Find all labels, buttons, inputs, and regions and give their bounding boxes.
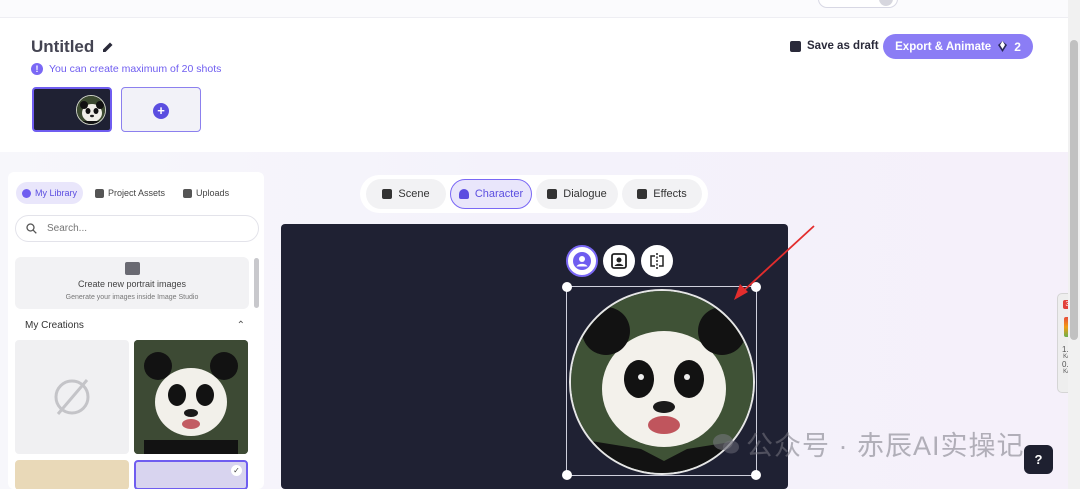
user-circle-icon bbox=[573, 252, 591, 270]
export-animate-button[interactable]: Export & Animate 2 bbox=[883, 34, 1033, 59]
add-shot-button[interactable]: + bbox=[121, 87, 201, 132]
panda-thumbnail bbox=[76, 95, 106, 125]
tab-project-assets-label: Project Assets bbox=[108, 188, 166, 198]
folder-icon bbox=[95, 188, 105, 198]
watermark-text: 公众号 · 赤辰AI实操记 bbox=[746, 431, 1025, 461]
creation-tile-empty[interactable] bbox=[15, 340, 129, 454]
shots-limit-text: You can create maximum of 20 shots bbox=[49, 63, 222, 75]
info-icon: ! bbox=[31, 63, 43, 75]
create-subtitle: Generate your images inside Image Studio bbox=[65, 294, 199, 301]
tab-my-library[interactable]: My Library bbox=[16, 182, 84, 204]
top-strip bbox=[0, 0, 1068, 18]
panda-image bbox=[134, 340, 248, 454]
library-panel: My Library Project Assets Uploads Create… bbox=[8, 172, 264, 489]
red-arrow-annotation bbox=[734, 225, 815, 300]
tab-my-library-label: My Library bbox=[35, 188, 78, 198]
create-title: Create new portrait images bbox=[77, 279, 187, 289]
shot-thumbnail[interactable] bbox=[32, 87, 112, 132]
save-draft-label: Save as draft bbox=[807, 40, 879, 52]
toggle-knob bbox=[879, 0, 893, 6]
tab-character-label: Character bbox=[474, 188, 524, 200]
project-title[interactable]: Untitled bbox=[31, 37, 114, 57]
creation-tile-panda[interactable] bbox=[134, 340, 248, 454]
tab-uploads[interactable]: Uploads bbox=[177, 182, 235, 204]
resize-handle-bottom-left[interactable] bbox=[562, 470, 572, 480]
my-creations-header[interactable]: My Creations ⌃ bbox=[25, 320, 245, 331]
library-tabs: My Library Project Assets Uploads bbox=[16, 182, 235, 204]
image-icon bbox=[382, 189, 393, 199]
check-icon: ✓ bbox=[231, 465, 242, 476]
add-image-icon bbox=[125, 262, 140, 275]
tab-character[interactable]: Character bbox=[450, 179, 532, 209]
edit-pencil-icon[interactable] bbox=[102, 41, 114, 53]
resize-handle-bottom-right[interactable] bbox=[751, 470, 761, 480]
no-image-icon bbox=[54, 379, 90, 415]
tab-scene[interactable]: Scene bbox=[366, 179, 446, 209]
save-draft-button[interactable]: Save as draft bbox=[790, 40, 879, 52]
camera-icon bbox=[637, 189, 648, 199]
creation-tile[interactable] bbox=[15, 460, 129, 489]
export-label: Export & Animate bbox=[895, 40, 992, 53]
chat-icon bbox=[547, 189, 558, 199]
tab-scene-label: Scene bbox=[398, 188, 430, 200]
palette-icon bbox=[22, 188, 31, 198]
page-scrollbar[interactable] bbox=[1068, 0, 1080, 489]
tab-effects[interactable]: Effects bbox=[622, 179, 702, 209]
tab-uploads-label: Uploads bbox=[196, 188, 230, 198]
search-box bbox=[15, 215, 259, 242]
wechat-logo bbox=[713, 433, 739, 453]
search-icon bbox=[26, 223, 37, 234]
tab-dialogue-label: Dialogue bbox=[563, 188, 607, 200]
bookmark-icon bbox=[790, 40, 801, 52]
my-creations-label: My Creations bbox=[25, 320, 84, 331]
project-title-text: Untitled bbox=[31, 37, 95, 56]
resize-handle-top-left[interactable] bbox=[562, 282, 572, 292]
flip-icon bbox=[650, 253, 664, 269]
project-header: Untitled ! You can create maximum of 20 … bbox=[0, 18, 1068, 152]
tab-project-assets[interactable]: Project Assets bbox=[89, 182, 171, 204]
scrollbar-thumb[interactable] bbox=[1070, 40, 1078, 340]
search-input[interactable] bbox=[47, 223, 227, 234]
credit-gem-icon bbox=[998, 41, 1008, 52]
watermark: 公众号 · 赤辰AI实操记 bbox=[712, 424, 1025, 463]
file-icon bbox=[183, 188, 193, 198]
tab-effects-label: Effects bbox=[653, 188, 687, 200]
person-icon bbox=[458, 189, 469, 199]
chevron-up-icon: ⌃ bbox=[236, 320, 245, 331]
plus-icon: + bbox=[153, 103, 169, 119]
tab-dialogue[interactable]: Dialogue bbox=[536, 179, 618, 209]
help-button[interactable]: ? bbox=[1024, 445, 1053, 474]
library-scrollbar[interactable] bbox=[254, 258, 259, 308]
portrait-frame-tool[interactable] bbox=[603, 245, 635, 277]
portrait-icon bbox=[611, 253, 627, 269]
create-portrait-card[interactable]: Create new portrait images Generate your… bbox=[15, 257, 249, 309]
top-toggle[interactable] bbox=[818, 0, 898, 8]
flip-tool[interactable] bbox=[641, 245, 673, 277]
editor-tabs: Scene Character Dialogue Effects bbox=[360, 175, 708, 213]
export-count: 2 bbox=[1014, 39, 1021, 54]
creation-tile-selected[interactable]: ✓ bbox=[134, 460, 248, 489]
shots-limit-notice: ! You can create maximum of 20 shots bbox=[31, 63, 221, 75]
character-avatar-tool[interactable] bbox=[566, 245, 598, 277]
